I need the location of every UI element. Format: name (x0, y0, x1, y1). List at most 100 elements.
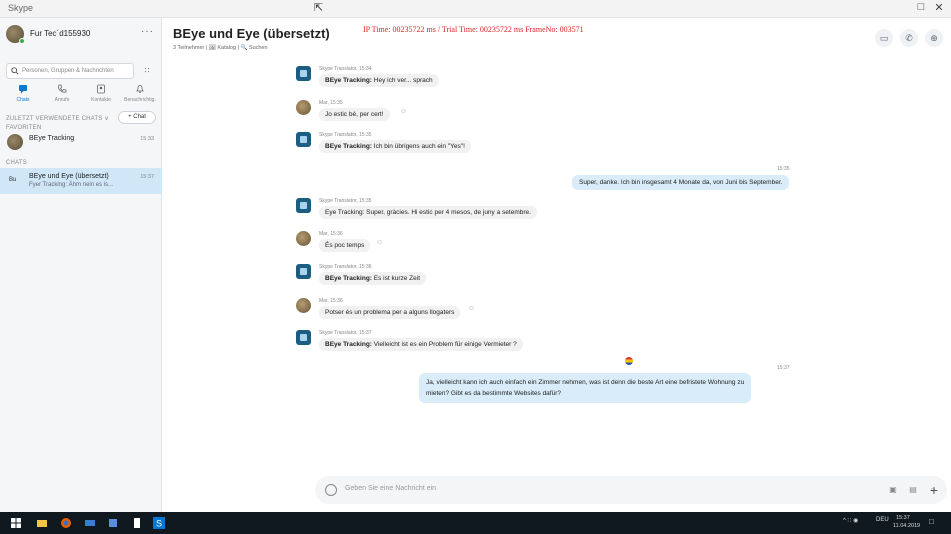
message-text: Jo estic bé, per cert! (325, 111, 384, 118)
taskbar: S ^ ∷ ◉ DEU 15:37 11.04.2019 □ (0, 512, 951, 534)
chat-meta[interactable]: 3 Teilnehmer | 🖼 Katalog | 🔍 Suchen (173, 45, 268, 51)
video-call-icon[interactable]: ▭ (875, 29, 893, 47)
message-sender: Skype Translator, 15:35 (319, 132, 372, 138)
page-title[interactable]: BEye und Eye (übersetzt) (173, 26, 330, 41)
own-message-time: 15:37 (777, 365, 790, 371)
message-bubble[interactable]: BEye Tracking: Ich bin übrigens auch ein… (319, 140, 471, 153)
windows-start-icon[interactable] (10, 517, 22, 529)
message-prefix: BEye Tracking: (325, 341, 372, 348)
own-message-bubble[interactable]: Ja, vielleicht kann ich auch einfach ein… (419, 373, 752, 403)
bot-avatar (296, 330, 311, 345)
message-text: Ja, vielleicht kann ich auch einfach ein… (426, 379, 745, 386)
emoji-icon[interactable] (325, 484, 337, 496)
search-placeholder: Personen, Gruppen & Nachrichten (22, 68, 114, 74)
image-icon[interactable]: ▣ (887, 484, 899, 496)
window-title: Skype (8, 3, 34, 13)
message-bubble[interactable]: Potser és un problema per a alguns lloga… (319, 306, 461, 319)
own-message-bubble[interactable]: Super, danke. Ich bin insgesamt 4 Monate… (572, 175, 790, 190)
app-icon[interactable] (84, 517, 96, 529)
close-button[interactable]: ✕ (929, 1, 949, 14)
message-sender: Mar, 15:36 (319, 231, 343, 237)
tracking-overlay-info: IP Time: 00235722 ms / Trial Time: 00235… (363, 25, 584, 34)
contact-card-icon[interactable]: ▤ (907, 484, 919, 496)
message-prefix: BEye Tracking: (325, 275, 372, 282)
chat-panel: BEye und Eye (übersetzt) 3 Teilnehmer | … (163, 18, 951, 512)
tab-label: Chats (16, 97, 30, 103)
message-text: Es ist kurze Zeit (371, 275, 421, 282)
notification-center-icon[interactable]: □ (929, 517, 934, 526)
message-text: Vielleicht ist es ein Problem für einige… (371, 341, 517, 348)
tab-label: Benachrichtig. (124, 97, 156, 103)
firefox-icon[interactable] (60, 517, 72, 529)
message-sender: Mar, 15:36 (319, 298, 343, 304)
message-text: Super, danke. Ich bin insgesamt 4 Monate… (579, 179, 783, 186)
chat-preview: Fyer Tracking: Ähm nein es is... (29, 182, 114, 188)
chat-time: 15:33 (140, 136, 154, 142)
input-language[interactable]: DEU (876, 517, 889, 523)
tab-calls[interactable]: Anrufe (45, 84, 79, 103)
reaction-icon[interactable]: ☺ (468, 305, 475, 312)
search-input[interactable]: Personen, Gruppen & Nachrichten (6, 63, 134, 79)
call-icon[interactable]: ✆ (900, 29, 918, 47)
tab-chats[interactable]: Chats (6, 84, 40, 103)
message-text: mieten? Gibt es da bestimmte Websites da… (426, 390, 561, 397)
message-composer[interactable]: Geben Sie eine Nachricht ein ▣ ▤ ○ (315, 476, 947, 504)
list-item[interactable]: BEye Tracking 15:33 (0, 130, 162, 156)
bot-avatar (296, 66, 311, 81)
search-icon (11, 67, 19, 75)
app-icon[interactable] (107, 517, 119, 529)
chat-title: BEye Tracking (29, 135, 75, 142)
contacts-icon (97, 84, 105, 94)
chat-icon (19, 85, 27, 94)
new-chat-button[interactable]: + Chat (118, 111, 156, 124)
chat-title: BEye und Eye (übersetzt) (29, 173, 109, 180)
tab-notifications[interactable]: Benachrichtig. (123, 84, 157, 103)
message-bubble[interactable]: És poc temps (319, 239, 371, 252)
message-text: Hey ich ver... sprach (371, 77, 433, 84)
message-prefix: BEye Tracking: (325, 143, 372, 150)
bot-avatar (296, 132, 311, 147)
message-text: Potser és un problema per a alguns lloga… (325, 309, 455, 316)
message-bubble[interactable]: Jo estic bé, per cert! (319, 108, 390, 121)
message-sender: Skype Translator, 15:35 (319, 198, 372, 204)
reaction-icon[interactable]: ☺ (376, 239, 383, 246)
message-bubble[interactable]: BEye Tracking: Hey ich ver... sprach (319, 74, 439, 87)
own-message-time: 15:35 (777, 166, 790, 172)
reaction-icon[interactable]: ☺ (400, 108, 407, 115)
maximize-button[interactable]: □ (911, 1, 931, 13)
avatar (296, 231, 311, 246)
nav-tabs: Chats Anrufe Kontakte Benachrichtig. (0, 84, 162, 110)
message-bubble[interactable]: BEye Tracking: Es ist kurze Zeit (319, 272, 427, 285)
profile-header[interactable]: Fur Tec´d155930 ··· (6, 25, 156, 45)
dialpad-icon[interactable]: ∷ (140, 64, 154, 78)
add-content-button[interactable]: + (924, 480, 944, 500)
clock-date[interactable]: 11.04.2019 (893, 523, 920, 529)
bot-avatar (296, 198, 311, 213)
add-people-icon[interactable]: ⊕ (925, 29, 943, 47)
message-text: És poc temps (325, 242, 365, 249)
message-bubble[interactable]: Eye Tracking: Super, gràcies. Hi estic p… (319, 206, 537, 219)
clock-time[interactable]: 15:37 (896, 515, 910, 521)
message-input-placeholder: Geben Sie eine Nachricht ein (345, 485, 437, 492)
file-explorer-icon[interactable] (36, 517, 48, 529)
flag-icon (625, 357, 633, 365)
message-text: Ich bin übrigens auch ein "Yes"! (371, 143, 465, 150)
list-item[interactable]: Bu BEye und Eye (übersetzt) Fyer Trackin… (0, 168, 162, 194)
skype-icon[interactable]: S (153, 517, 165, 529)
message-prefix: BEye Tracking: (325, 77, 372, 84)
avatar (7, 134, 23, 150)
mouse-cursor-icon: ⇱ (314, 2, 324, 14)
svg-text:S: S (156, 519, 162, 529)
avatar (296, 298, 311, 313)
bot-avatar (296, 264, 311, 279)
document-icon[interactable] (131, 517, 143, 529)
recent-chats-heading[interactable]: ZULETZT VERWENDETE CHATS ∨ (6, 115, 109, 122)
tab-contacts[interactable]: Kontakte (84, 84, 118, 103)
message-sender: Skype Translator, 15:34 (319, 66, 372, 72)
tray-icons[interactable]: ^ ∷ ◉ (843, 517, 858, 524)
more-options-icon[interactable]: ··· (141, 26, 154, 37)
chat-initials: Bu (9, 177, 17, 183)
chat-time: 15:37 (140, 174, 154, 180)
bell-icon (136, 85, 144, 94)
message-bubble[interactable]: BEye Tracking: Vielleicht ist es ein Pro… (319, 338, 523, 351)
